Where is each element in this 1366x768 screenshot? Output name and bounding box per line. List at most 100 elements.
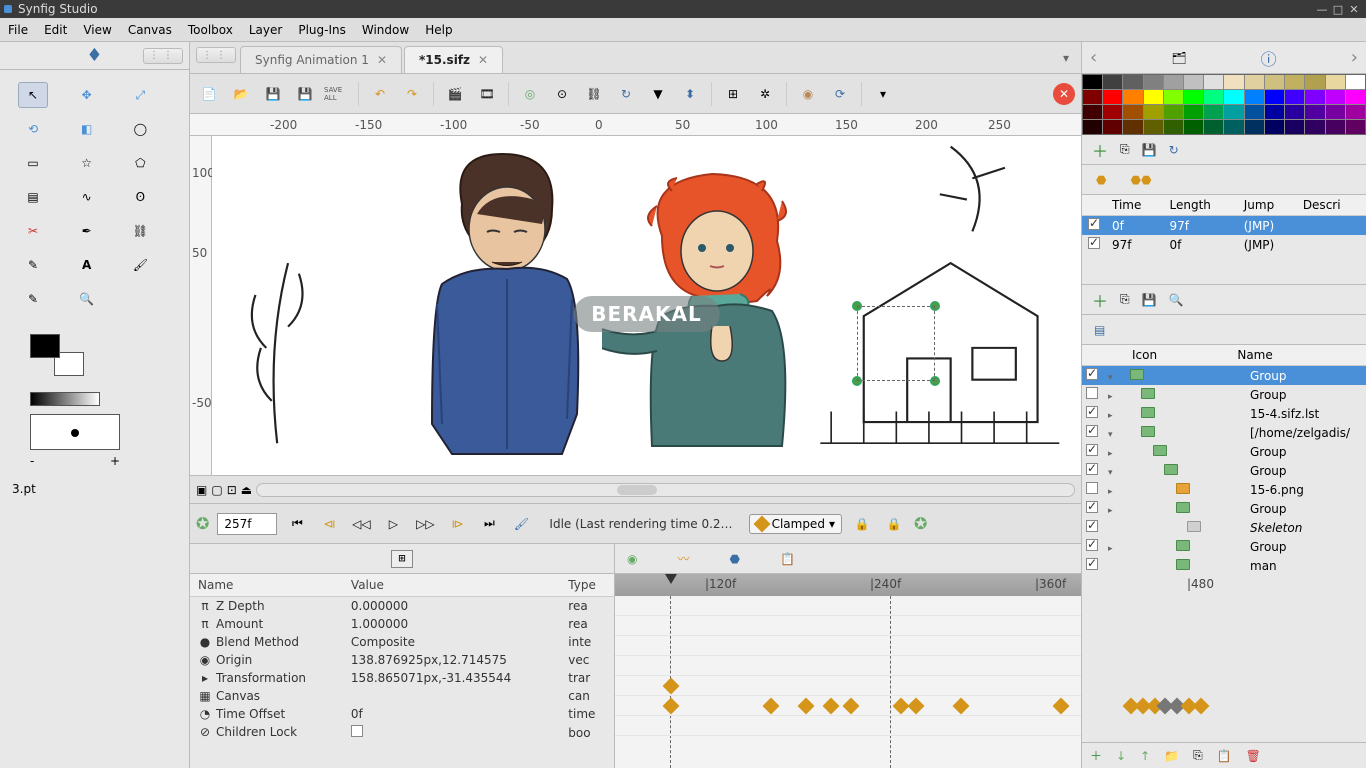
layer-row[interactable]: ▸ Group <box>1082 385 1366 404</box>
play-button[interactable]: ▷ <box>381 512 405 536</box>
palette-color[interactable] <box>1184 90 1203 104</box>
seek-start-button[interactable]: ⏮ <box>285 512 309 536</box>
palette-color[interactable] <box>1164 90 1183 104</box>
text-tool[interactable]: A <box>72 252 102 278</box>
zoom-tool[interactable]: 🔍 <box>72 286 102 312</box>
palette-color[interactable] <box>1184 105 1203 119</box>
palette-color[interactable] <box>1224 120 1243 134</box>
blend-button[interactable]: ▼ <box>645 81 671 107</box>
palette-color[interactable] <box>1184 120 1203 134</box>
palette-color[interactable] <box>1204 120 1223 134</box>
palette-color[interactable] <box>1285 90 1304 104</box>
palette-color[interactable] <box>1305 75 1324 89</box>
palette-color[interactable] <box>1103 75 1122 89</box>
reset-palette-button[interactable]: ↻ <box>1169 143 1179 157</box>
handle-button[interactable]: ⊙ <box>549 81 575 107</box>
layer-row[interactable]: man <box>1082 556 1366 575</box>
undo-button[interactable]: ↶ <box>367 81 393 107</box>
timeline-tracks[interactable] <box>615 596 1081 768</box>
col-layer-name[interactable]: Name <box>1231 345 1366 366</box>
close-icon[interactable]: ✕ <box>377 53 387 67</box>
copy-layer-button[interactable]: ⎘ <box>1193 748 1203 763</box>
stop-button[interactable]: ✕ <box>1053 83 1075 105</box>
keyframe-group-icon[interactable]: ⬣⬣ <box>1130 173 1151 187</box>
gradient-preview[interactable] <box>30 392 100 406</box>
palette-color[interactable] <box>1265 90 1284 104</box>
palette-color[interactable] <box>1326 75 1345 89</box>
keyframe-lock-past[interactable]: 🔒 <box>850 512 874 536</box>
prev-keyframe-button[interactable]: ⧏ <box>317 512 341 536</box>
palette-color[interactable] <box>1285 75 1304 89</box>
menu-canvas[interactable]: Canvas <box>128 23 172 37</box>
col-icon[interactable]: Icon <box>1126 345 1231 366</box>
width-button[interactable]: ⬍ <box>677 81 703 107</box>
palette-color[interactable] <box>1305 90 1324 104</box>
keyframe-panel-icon[interactable]: ⬣ <box>730 552 740 566</box>
group-layers-button[interactable]: 📁 <box>1164 749 1179 763</box>
palette-color[interactable] <box>1103 105 1122 119</box>
animate-toggle-icon[interactable]: ✪ <box>914 514 927 533</box>
curves-icon[interactable]: 〰 <box>677 550 689 567</box>
menu-plugins[interactable]: Plug-Ins <box>298 23 346 37</box>
palette-color[interactable] <box>1346 75 1365 89</box>
param-row[interactable]: ⊘Children Lockboo <box>190 723 614 742</box>
menu-window[interactable]: Window <box>362 23 409 37</box>
save-button[interactable]: 💾 <box>260 81 286 107</box>
layer-row[interactable]: ▾ [/home/zelgadis/ <box>1082 423 1366 442</box>
keyframe-lock-future[interactable]: 🔒 <box>882 512 906 536</box>
palette-color[interactable] <box>1103 90 1122 104</box>
palette-color[interactable] <box>1265 120 1284 134</box>
maximize-button[interactable]: □ <box>1330 3 1346 16</box>
palette-color[interactable] <box>1265 105 1284 119</box>
layer-row[interactable]: ▸ Group <box>1082 499 1366 518</box>
gradient-tool[interactable]: ▤ <box>18 184 48 210</box>
palette-color[interactable] <box>1083 105 1102 119</box>
col-length[interactable]: Length <box>1164 195 1238 216</box>
palette-color[interactable] <box>1164 105 1183 119</box>
library-icon[interactable]: 🗂 <box>1171 51 1186 65</box>
open-file-button[interactable]: 📂 <box>228 81 254 107</box>
tab-15-sifz[interactable]: *15.sifz ✕ <box>404 46 503 73</box>
smooth-move-tool[interactable]: ✥ <box>72 82 102 108</box>
palette-color[interactable] <box>1144 105 1163 119</box>
palette-color[interactable] <box>1305 120 1324 134</box>
palette-color[interactable] <box>1144 75 1163 89</box>
palette-color[interactable] <box>1346 105 1365 119</box>
remove-keyframe-button[interactable]: 💾 <box>1142 293 1157 307</box>
loop-button[interactable]: ↻ <box>613 81 639 107</box>
palette-color[interactable] <box>1326 120 1345 134</box>
onion-skin-button[interactable]: ◎ <box>517 81 543 107</box>
snap-button[interactable]: ✲ <box>752 81 778 107</box>
brush-mode-toggle[interactable]: 🖌 <box>509 512 533 536</box>
scale-tool[interactable]: ⤢ <box>125 82 155 108</box>
animate-mode-icon[interactable]: ✪ <box>196 514 209 533</box>
palette-color[interactable] <box>1245 105 1264 119</box>
palette-color[interactable] <box>1285 105 1304 119</box>
palette-color[interactable] <box>1224 105 1243 119</box>
menu-layer[interactable]: Layer <box>249 23 282 37</box>
paste-layer-button[interactable]: 📋 <box>1217 749 1232 763</box>
tab-animation-1[interactable]: Synfig Animation 1 ✕ <box>240 46 402 73</box>
link-button[interactable]: ⛓ <box>581 81 607 107</box>
palette-color[interactable] <box>1083 75 1102 89</box>
layer-row[interactable]: ▸ 15-6.png <box>1082 480 1366 499</box>
layer-down-button[interactable]: ↓ <box>1116 749 1126 763</box>
mirror-tool[interactable]: ◧ <box>72 116 102 142</box>
keyframe-row[interactable]: 0f97f(JMP) <box>1082 216 1366 236</box>
zoom-100-button[interactable]: ▢ <box>211 483 222 497</box>
next-panel-button[interactable]: › <box>1351 47 1358 68</box>
transform-tool[interactable]: ↖ <box>18 82 48 108</box>
bone-tool[interactable]: ⛓ <box>125 218 155 244</box>
circle-tool[interactable]: ◯ <box>125 116 155 142</box>
menu-toolbox[interactable]: Toolbox <box>188 23 233 37</box>
palette-color[interactable] <box>1224 90 1243 104</box>
close-icon[interactable]: ✕ <box>478 53 488 67</box>
polygon-tool[interactable]: ⬠ <box>125 150 155 176</box>
add-keyframe-button[interactable]: ＋ <box>1092 288 1108 312</box>
palette-color[interactable] <box>1083 90 1102 104</box>
timetrack-icon[interactable]: ◉ <box>627 552 637 566</box>
draw-tool[interactable]: ✒ <box>72 218 102 244</box>
layer-row[interactable]: ▸ Group <box>1082 537 1366 556</box>
param-row[interactable]: ▸Transformation158.865071px,-31.435544tr… <box>190 669 614 687</box>
history-icon[interactable]: 📋 <box>780 552 795 566</box>
